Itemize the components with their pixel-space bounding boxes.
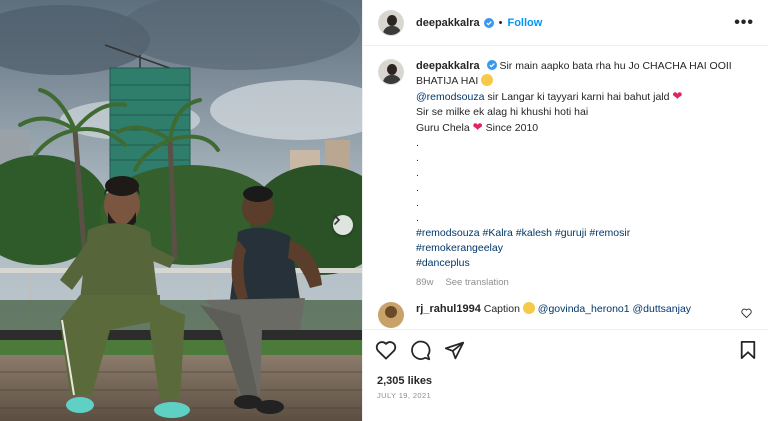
caption-dot: . xyxy=(416,137,419,149)
hashtags-line-2[interactable]: #remokerangeelay xyxy=(416,241,746,256)
header-separator: • xyxy=(498,16,503,29)
red-heart-emoji-icon: ❤ xyxy=(672,89,683,103)
caption-line-3: sir Langar ki tayyari karni hai bahut ja… xyxy=(484,91,670,103)
hashtags-line-3[interactable]: #danceplus xyxy=(416,256,746,271)
heart-icon[interactable] xyxy=(375,340,397,361)
comment-mentions[interactable]: @govinda_herono1 @duttsanjay xyxy=(538,303,691,315)
comment-item: rj_rahul1994 Caption @govinda_herono1 @d… xyxy=(378,302,758,328)
mention-link[interactable]: @remodsouza xyxy=(416,91,484,103)
comment-text: Caption xyxy=(480,303,523,315)
post-date: JULY 19, 2021 xyxy=(377,391,432,400)
caption-line-1: Sir main aapko bata rha hu Jo CHACHA HAI… xyxy=(499,60,732,72)
caption-line-5a: Guru Chela xyxy=(416,122,470,134)
share-icon[interactable] xyxy=(444,340,465,361)
laughing-emoji-icon xyxy=(522,302,535,314)
post-side-panel: deepakkalra • Follow ••• deepakkalra Sir… xyxy=(362,0,768,421)
comment-icon[interactable] xyxy=(410,340,431,361)
laughing-emoji-icon xyxy=(481,74,494,86)
caption-dot: . xyxy=(416,167,419,179)
caption-dot: . xyxy=(416,182,419,194)
bookmark-icon[interactable] xyxy=(739,340,757,363)
caption-avatar[interactable] xyxy=(378,59,404,85)
carousel-next-button[interactable] xyxy=(333,215,353,235)
verified-badge-icon xyxy=(486,60,497,70)
author-username[interactable]: deepakkalra xyxy=(416,17,480,29)
caption-username[interactable]: deepakkalra xyxy=(416,60,480,72)
comments-list[interactable]: deepakkalra Sir main aapko bata rha hu J… xyxy=(363,47,768,329)
see-translation-link[interactable]: See translation xyxy=(445,277,508,288)
verified-badge-icon xyxy=(483,17,494,28)
caption-line-2: BHATIJA HAI xyxy=(416,75,479,87)
caption-dot: . xyxy=(416,212,419,224)
caption-meta: 89w See translation xyxy=(416,275,746,290)
comment-like-heart-icon[interactable] xyxy=(741,308,752,321)
post-actions: 2,305 likes JULY 19, 2021 xyxy=(363,329,768,421)
author-avatar[interactable] xyxy=(378,9,404,36)
photo-illustration xyxy=(0,0,362,421)
more-options-button[interactable]: ••• xyxy=(734,14,754,32)
likes-count[interactable]: 2,305 likes xyxy=(377,375,432,387)
caption-dot: . xyxy=(416,152,419,164)
instagram-post: deepakkalra • Follow ••• deepakkalra Sir… xyxy=(0,0,768,421)
follow-button[interactable]: Follow xyxy=(507,17,542,29)
post-caption: deepakkalra Sir main aapko bata rha hu J… xyxy=(378,59,758,290)
commenter-username[interactable]: rj_rahul1994 xyxy=(416,303,481,315)
post-age[interactable]: 89w xyxy=(416,277,433,288)
post-photo[interactable] xyxy=(0,0,362,421)
post-header: deepakkalra • Follow ••• xyxy=(363,0,768,46)
caption-line-5b: Since 2010 xyxy=(482,122,539,134)
chevron-right-icon xyxy=(334,215,341,225)
commenter-avatar[interactable] xyxy=(378,302,404,328)
caption-line-4: Sir se milke ek alag hi khushi hoti hai xyxy=(416,106,589,118)
red-heart-emoji-icon: ❤ xyxy=(472,120,483,134)
hashtags-line-1[interactable]: #remodsouza #Kalra #kalesh #guruji #remo… xyxy=(416,226,746,241)
caption-dot: . xyxy=(416,197,419,209)
